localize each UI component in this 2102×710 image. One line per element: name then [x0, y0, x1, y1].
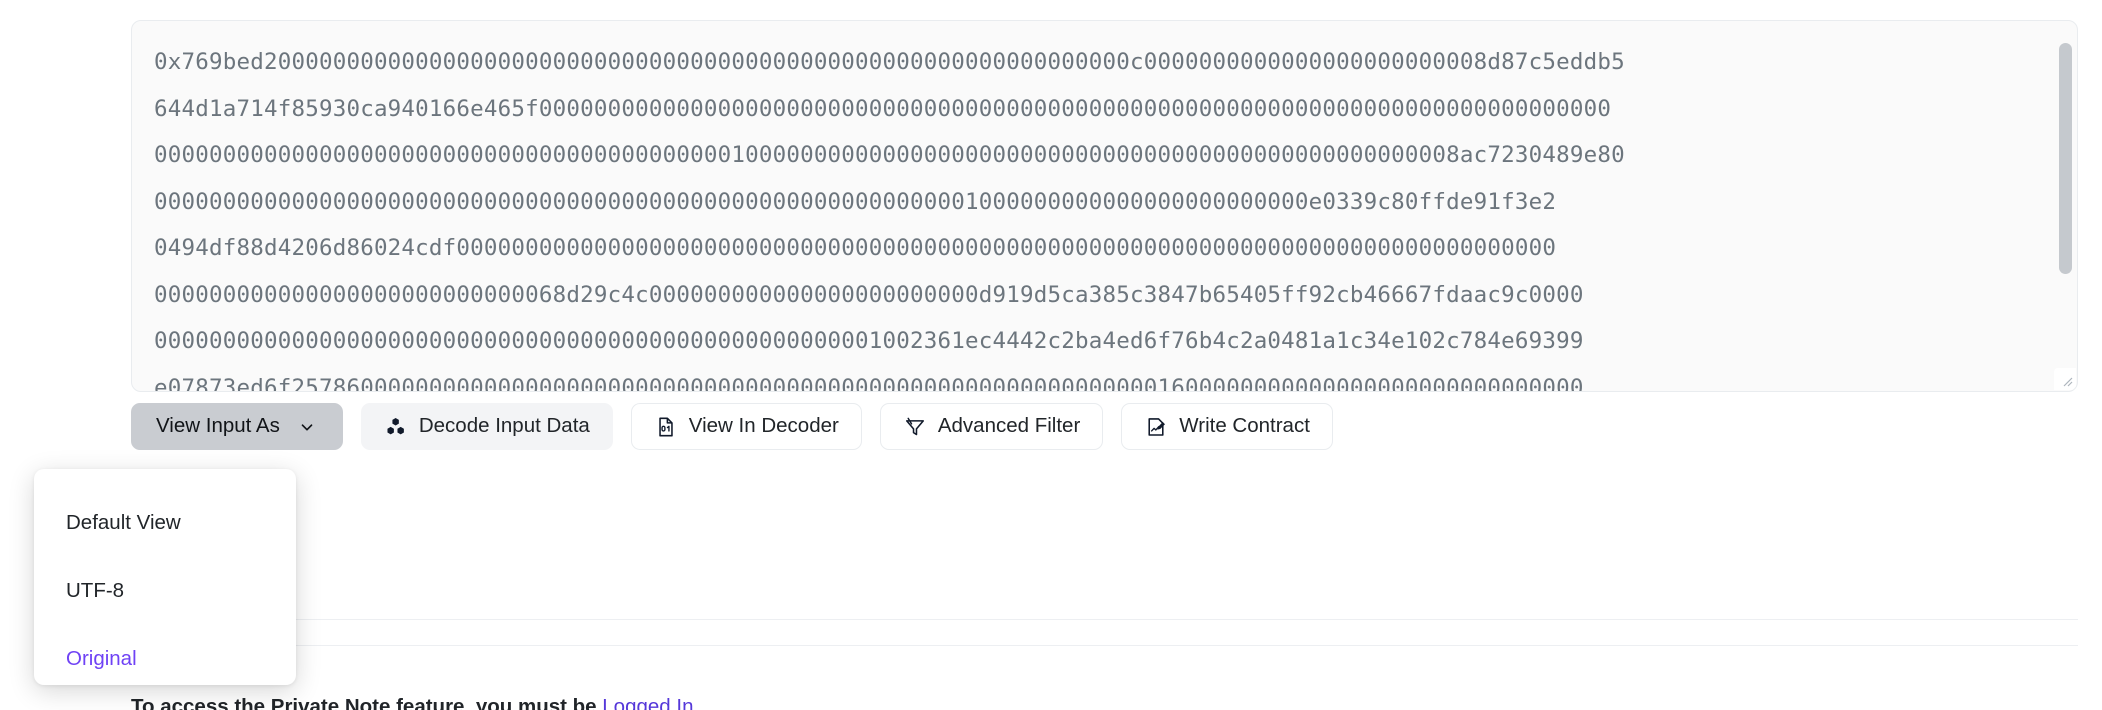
- advanced-filter-button[interactable]: Advanced Filter: [879, 403, 1104, 450]
- menu-item-original[interactable]: Original: [34, 625, 296, 685]
- decode-input-data-button[interactable]: Decode Input Data: [360, 403, 613, 450]
- chevron-down-icon: [296, 416, 318, 438]
- hex-line: 0000000000000000000000000000000000000000…: [154, 142, 1625, 168]
- logged-in-link[interactable]: Logged In: [602, 695, 693, 710]
- hex-line: 0x769bed20000000000000000000000000000000…: [154, 49, 1625, 75]
- cubes-icon: [384, 415, 408, 439]
- binary-file-icon: [654, 415, 678, 439]
- menu-item-utf-8[interactable]: UTF-8: [34, 557, 296, 625]
- menu-item-label: UTF-8: [66, 579, 125, 602]
- funnel-icon: [903, 415, 927, 439]
- advanced-filter-label: Advanced Filter: [937, 414, 1081, 438]
- view-in-decoder-button[interactable]: View In Decoder: [630, 403, 862, 450]
- private-note-message: To access the Private Note feature, you …: [131, 695, 693, 710]
- write-contract-label: Write Contract: [1179, 414, 1310, 438]
- view-input-as-menu: Default View UTF-8 Original: [34, 469, 296, 685]
- hex-line: 0000000000000000000000000000000000000000…: [154, 328, 1584, 354]
- menu-item-label: Original: [66, 647, 137, 670]
- vertical-scrollbar[interactable]: [2059, 43, 2072, 274]
- section-divider: [131, 645, 2078, 646]
- private-note-text: To access the Private Note feature, you …: [131, 695, 597, 710]
- view-input-as-button[interactable]: View Input As: [131, 403, 343, 450]
- input-data-hex-content: 0x769bed20000000000000000000000000000000…: [132, 21, 2077, 391]
- hex-line: 0494df88d4206d86024cdf000000000000000000…: [154, 235, 1557, 261]
- write-contract-button[interactable]: Write Contract: [1121, 403, 1333, 450]
- decode-input-data-label: Decode Input Data: [418, 414, 590, 438]
- view-input-as-label: View Input As: [156, 414, 280, 438]
- section-divider: [131, 619, 2078, 620]
- input-data-container: 0x769bed20000000000000000000000000000000…: [131, 20, 2078, 392]
- menu-item-default-view[interactable]: Default View: [34, 489, 296, 557]
- menu-item-label: Default View: [66, 511, 181, 534]
- hex-line: 0000000000000000000000000000000000000000…: [154, 188, 1557, 215]
- hex-line: 644d1a714f85930ca940166e465f000000000000…: [154, 95, 1612, 122]
- input-data-toolbar: View Input As Decode Input Data View In …: [131, 403, 1333, 450]
- view-in-decoder-label: View In Decoder: [688, 414, 839, 438]
- hex-line: e07873ed6f257860000000000000000000000000…: [154, 374, 1584, 392]
- document-pencil-icon: [1144, 415, 1168, 439]
- resize-handle[interactable]: [2054, 368, 2076, 390]
- input-data-textarea[interactable]: 0x769bed20000000000000000000000000000000…: [131, 20, 2078, 392]
- hex-line: 000000000000000000000000000068d29c4c0000…: [154, 281, 1584, 308]
- transaction-input-data-panel: 0x769bed20000000000000000000000000000000…: [0, 0, 2102, 710]
